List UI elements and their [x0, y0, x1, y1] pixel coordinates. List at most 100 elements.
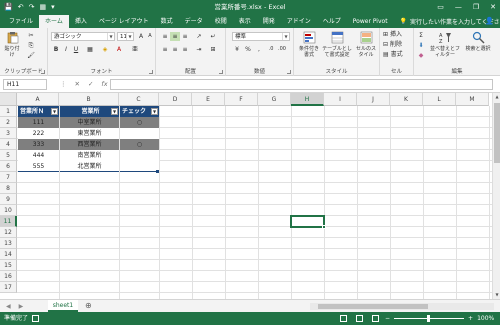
clipboard-launcher-icon[interactable] — [41, 70, 45, 74]
tab-page-layout[interactable]: ページ レイアウト — [93, 15, 155, 28]
column-header-c[interactable]: C — [119, 93, 159, 106]
indent-icon[interactable]: ⇥ — [194, 45, 204, 54]
column-header-f[interactable]: F — [225, 93, 258, 106]
row-header[interactable]: 6 — [0, 161, 17, 172]
tab-view[interactable]: 表示 — [233, 15, 257, 28]
alignment-launcher-icon[interactable] — [219, 70, 223, 74]
column-header-b[interactable]: B — [59, 93, 119, 106]
row-header[interactable]: 9 — [0, 194, 17, 205]
table-header-cell[interactable]: 営業所Ｎ ▼ — [18, 106, 59, 117]
column-header-a[interactable]: A — [17, 93, 59, 106]
cancel-icon[interactable]: ✕ — [75, 79, 80, 90]
cut-icon[interactable]: ✂ — [26, 31, 36, 40]
italic-icon[interactable]: I — [61, 45, 71, 54]
fill-color-icon[interactable]: ◈ — [100, 45, 110, 54]
enter-icon[interactable]: ✓ — [88, 79, 93, 90]
table-cell[interactable]: 222 — [18, 128, 59, 139]
column-header-g[interactable]: G — [258, 93, 291, 106]
copy-icon[interactable]: ⎘ — [26, 41, 36, 50]
minimize-button[interactable]: — — [455, 2, 462, 12]
tab-insert[interactable]: 挿入 — [69, 15, 93, 28]
zoom-slider[interactable] — [394, 315, 465, 322]
table-cell[interactable]: 444 — [18, 150, 59, 161]
tab-review[interactable]: 校閲 — [209, 15, 233, 28]
row-header[interactable]: 4 — [0, 139, 17, 150]
delete-cells-button[interactable]: ⊟ 削除 — [383, 41, 402, 49]
vertical-scrollbar[interactable]: ▲ ▼ — [492, 93, 500, 299]
table-cell[interactable]: ○ — [120, 117, 159, 128]
formula-input[interactable] — [110, 79, 493, 90]
scrollbar-thumb[interactable] — [318, 304, 428, 309]
filter-dropdown-icon[interactable]: ▼ — [151, 108, 158, 115]
align-center-icon[interactable]: ≡ — [170, 45, 180, 54]
row-header[interactable]: 2 — [0, 117, 17, 128]
font-size-combo[interactable]: 11 ▼ — [117, 32, 134, 41]
filter-dropdown-icon[interactable]: ▼ — [51, 108, 58, 115]
row-header[interactable]: 8 — [0, 183, 17, 194]
accessibility-icon[interactable] — [32, 315, 39, 322]
font-name-combo[interactable]: 游ゴシック ▼ — [51, 32, 115, 41]
font-color-icon[interactable]: A — [114, 45, 124, 54]
borders-icon[interactable]: ▦ — [85, 45, 95, 54]
table-header-cell[interactable]: チェック ▼ — [120, 106, 159, 117]
table-cell[interactable]: 西営業所 — [60, 139, 119, 150]
decrease-decimal-icon[interactable]: .00 — [277, 45, 287, 54]
sort-filter-button[interactable]: AZ 並べ替えとフィルター — [428, 31, 462, 58]
tab-formulas[interactable]: 数式 — [155, 15, 179, 28]
add-sheet-icon[interactable]: ⊕ — [85, 300, 92, 312]
tab-help[interactable]: ヘルプ — [317, 15, 347, 28]
row-header[interactable]: 1 — [0, 106, 17, 117]
column-header-l[interactable]: L — [423, 93, 456, 106]
wrap-text-icon[interactable]: ↵ — [208, 32, 218, 41]
drag-handle-icon[interactable]: ⋮ — [60, 79, 67, 90]
currency-icon[interactable]: ¥ — [232, 45, 242, 54]
row-header[interactable]: 13 — [0, 238, 17, 249]
zoom-out-icon[interactable]: − — [385, 312, 390, 325]
merge-center-icon[interactable]: ⊞ — [208, 45, 218, 54]
scroll-down-icon[interactable]: ▼ — [493, 291, 500, 299]
table-cell[interactable]: ○ — [120, 139, 159, 150]
select-all-corner[interactable] — [0, 93, 17, 106]
table-cell[interactable]: 333 — [18, 139, 59, 150]
table-cell[interactable]: 南営業所 — [60, 150, 119, 161]
row-header[interactable]: 10 — [0, 205, 17, 216]
align-right-icon[interactable]: ≡ — [180, 45, 190, 54]
insert-cells-button[interactable]: ⊞ 挿入 — [383, 31, 402, 39]
row-header[interactable]: 14 — [0, 249, 17, 260]
ribbon-display-options-icon[interactable]: ▭ — [437, 2, 444, 12]
align-left-icon[interactable]: ≡ — [160, 45, 170, 54]
zoom-slider-knob[interactable] — [427, 315, 431, 322]
orientation-icon[interactable]: ↗ — [194, 32, 204, 41]
selected-cell[interactable] — [290, 215, 326, 229]
row-header[interactable]: 7 — [0, 172, 17, 183]
sheet-tab[interactable]: sheet1 — [48, 300, 78, 312]
filter-dropdown-icon[interactable]: ▼ — [111, 108, 118, 115]
next-sheet-icon[interactable]: ▶ — [19, 301, 24, 312]
align-middle-icon[interactable]: ≡ — [170, 32, 180, 41]
column-header-i[interactable]: I — [324, 93, 357, 106]
fill-icon[interactable]: ⬇ — [416, 41, 426, 50]
underline-icon[interactable]: U — [71, 45, 81, 54]
column-header-d[interactable]: D — [159, 93, 192, 106]
paste-button[interactable]: 貼り付け — [3, 31, 21, 58]
format-painter-icon[interactable]: 🖌 — [26, 51, 36, 60]
table-cell[interactable] — [120, 128, 159, 139]
number-format-combo[interactable]: 標準 ▼ — [232, 32, 290, 41]
row-header[interactable]: 12 — [0, 227, 17, 238]
horizontal-scrollbar[interactable] — [310, 303, 494, 310]
worksheet-grid[interactable]: A B C D E F G H I J K L M 1 2 3 4 5 6 7 … — [0, 93, 492, 299]
increase-decimal-icon[interactable]: .0 — [266, 45, 276, 54]
page-break-view-icon[interactable] — [372, 315, 379, 322]
format-as-table-button[interactable]: テーブルとして書式設定 — [322, 31, 352, 58]
restore-button[interactable]: ❐ — [473, 2, 479, 12]
insert-function-icon[interactable]: fx — [101, 79, 107, 90]
page-layout-view-icon[interactable] — [356, 315, 363, 322]
name-box[interactable]: H11 — [3, 79, 47, 90]
bold-icon[interactable]: B — [51, 45, 61, 54]
row-header[interactable]: 16 — [0, 271, 17, 282]
tab-home[interactable]: ホーム — [39, 15, 69, 28]
tab-file[interactable]: ファイル — [3, 15, 39, 28]
autosum-icon[interactable]: Σ — [416, 31, 426, 40]
tab-power-pivot[interactable]: Power Pivot — [347, 15, 394, 28]
table-cell[interactable]: 555 — [18, 161, 59, 172]
